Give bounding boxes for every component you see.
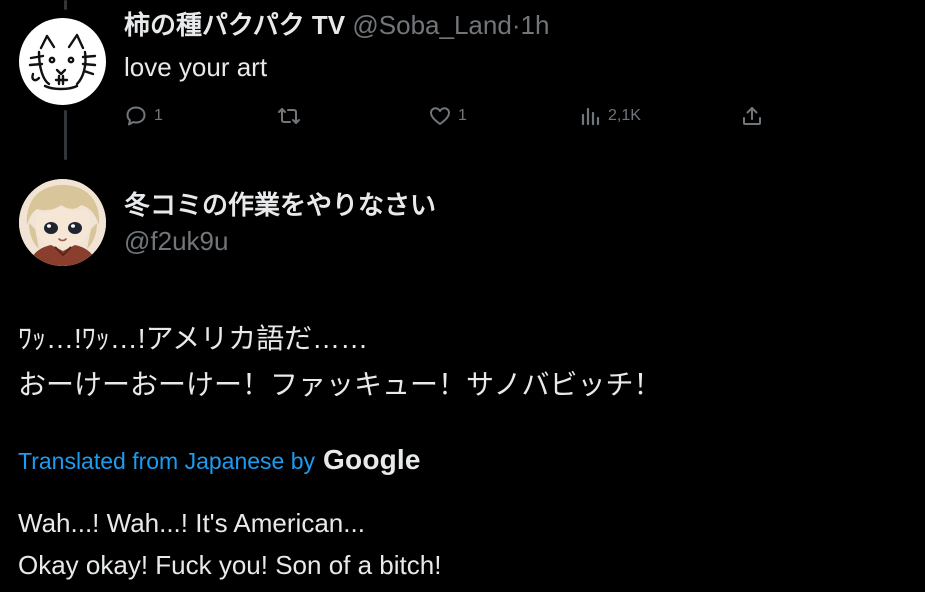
views-count: 2,1K	[608, 107, 641, 124]
reply-action-bar: 1 1 2,1K	[0, 100, 925, 132]
translated-line-1: Wah...! Wah...! It's American...	[18, 508, 365, 538]
main-handle[interactable]: @f2uk9u	[124, 224, 228, 258]
comment-icon	[126, 106, 146, 126]
main-display-name[interactable]: 冬コミの作業をやりなさい	[124, 188, 436, 222]
original-line-2: おーけーおーけー！ファッキュー！サノバビッチ！	[18, 369, 662, 400]
reply-text: love your art	[124, 52, 268, 82]
translated-line-2: Okay okay! Fuck you! Son of a bitch!	[18, 550, 442, 580]
reply-handle[interactable]: @Soba_Land	[352, 10, 511, 40]
share-button[interactable]	[740, 104, 764, 128]
views-chart-icon	[581, 107, 600, 126]
reply-header: 柿の種パクパク TV @Soba_Land·1h	[124, 8, 549, 42]
reply-count: 1	[154, 107, 163, 124]
retweet-button[interactable]	[276, 104, 308, 128]
main-avatar[interactable]	[19, 179, 106, 266]
original-line-1: ﾜｯ…!ﾜｯ…!アメリカ語だ……	[18, 323, 369, 354]
anime-character-avatar-icon	[19, 179, 106, 266]
google-logo-text: Google	[323, 444, 421, 475]
reply-avatar[interactable]	[19, 18, 106, 105]
translation-attribution[interactable]: Translated from Japanese by Google	[18, 444, 421, 476]
like-button[interactable]: 1	[428, 104, 467, 128]
heart-icon	[430, 107, 450, 125]
retweet-icon	[278, 108, 300, 124]
reply-button[interactable]: 1	[124, 104, 163, 128]
original-tweet-text: ﾜｯ…!ﾜｯ…!アメリカ語だ…… おーけーおーけー！ファッキュー！サノバビッチ！	[18, 316, 661, 408]
cat-doodle-avatar-icon	[28, 33, 97, 91]
like-count: 1	[458, 107, 467, 124]
reply-display-name[interactable]: 柿の種パクパク TV	[124, 10, 345, 40]
translated-tweet-text: Wah...! Wah...! It's American... Okay ok…	[18, 502, 441, 586]
views-button[interactable]: 2,1K	[580, 104, 641, 128]
share-icon	[743, 107, 761, 125]
thread-line-top	[64, 0, 67, 10]
reply-time[interactable]: 1h	[520, 10, 549, 40]
translated-from-label[interactable]: Translated from Japanese by	[18, 448, 315, 475]
